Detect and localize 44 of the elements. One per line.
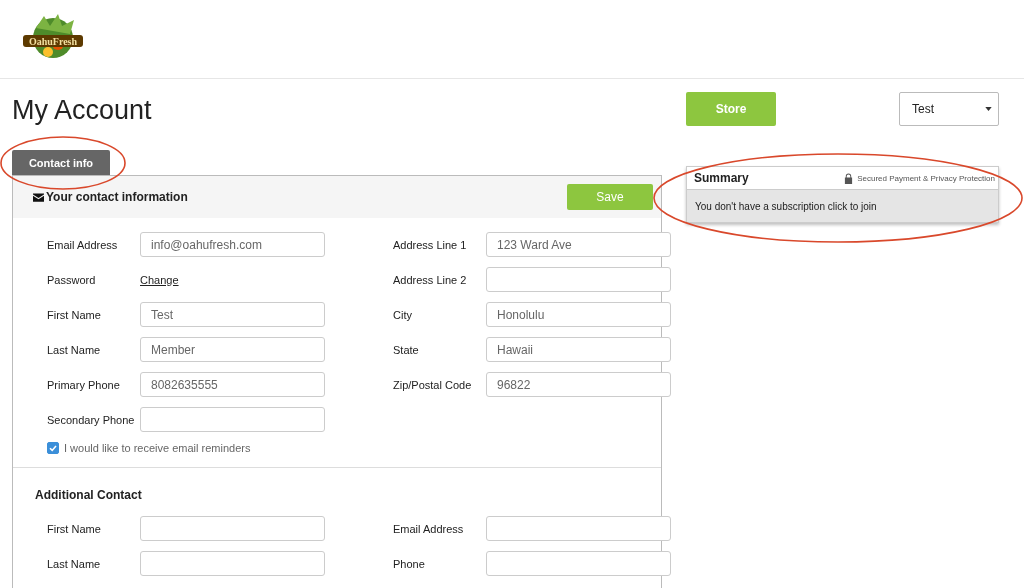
input-field[interactable]: Honolulu: [486, 302, 671, 327]
input-field[interactable]: 8082635555: [140, 372, 325, 397]
checkbox[interactable]: [47, 442, 59, 454]
field-label: Address Line 2: [393, 273, 468, 286]
field-label: Last Name: [47, 343, 102, 356]
field-label: Email Address: [47, 238, 119, 251]
input-field[interactable]: Hawaii: [486, 337, 671, 362]
contact-info-tab[interactable]: Contact info: [12, 150, 110, 175]
caret-icon: [985, 107, 992, 111]
field-label: Primary Phone: [47, 378, 121, 391]
field-label: Zip/Postal Code: [393, 378, 473, 391]
section-title: Your contact information: [46, 190, 188, 204]
field-label: Address Line 1: [393, 238, 468, 251]
field-label: State: [393, 343, 420, 356]
field-label: Secondary Phone: [47, 413, 136, 426]
field-label: First Name: [47, 308, 102, 321]
input-field[interactable]: [140, 516, 325, 541]
field-label: First Name: [47, 522, 102, 535]
field-label: Password: [47, 273, 97, 286]
input-field[interactable]: 96822: [486, 372, 671, 397]
input-field[interactable]: [486, 516, 671, 541]
page-title: My Account: [12, 95, 153, 127]
change-link[interactable]: Change: [140, 273, 179, 286]
input-field[interactable]: Member: [140, 337, 325, 362]
summary-title: Summary: [694, 171, 749, 185]
input-field[interactable]: [486, 551, 671, 576]
field-label: Phone: [393, 557, 426, 570]
lock-icon: [844, 172, 854, 184]
field-label: Email Address: [393, 522, 465, 535]
envelope-icon: [33, 192, 44, 202]
input-field[interactable]: [140, 407, 325, 432]
input-field[interactable]: info@oahufresh.com: [140, 232, 325, 257]
checkbox-label: I would like to receive email reminders: [64, 442, 251, 454]
subscription-message[interactable]: You don't have a subscription click to join: [687, 189, 998, 222]
section-title: Additional Contact: [35, 488, 143, 502]
input-field[interactable]: [486, 267, 671, 292]
input-field[interactable]: [140, 551, 325, 576]
security-note: Secured Payment & Privacy Protection: [857, 173, 995, 183]
input-field[interactable]: Test: [140, 302, 325, 327]
field-label: City: [393, 308, 413, 321]
input-field[interactable]: 123 Ward Ave: [486, 232, 671, 257]
account-select[interactable]: Test: [899, 92, 999, 126]
field-label: Last Name: [47, 557, 102, 570]
logo-drawing: OahuFresh: [13, 14, 93, 64]
